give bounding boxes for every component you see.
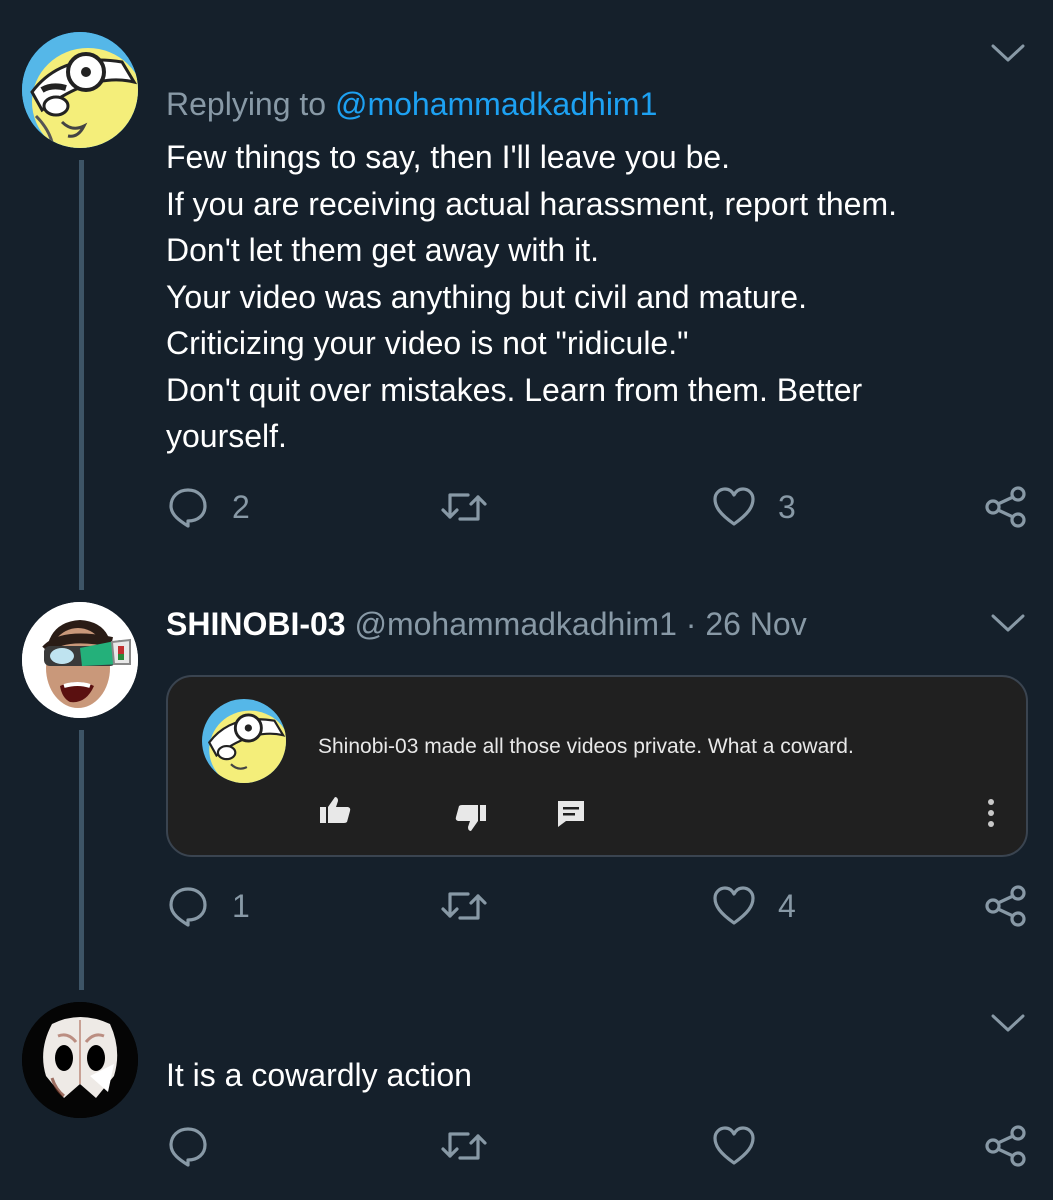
- reply-icon: [169, 1127, 207, 1167]
- tweet-date[interactable]: 26 Nov: [705, 606, 806, 642]
- share-icon: [985, 1125, 1026, 1167]
- replying-to-label: Replying to: [166, 86, 327, 122]
- share-icon: [985, 486, 1026, 528]
- heart-icon: [713, 487, 755, 526]
- tweet-line: Don't let them get away with it.: [166, 232, 599, 268]
- replying-to-line: Replying to @mohammadkadhim1: [166, 84, 657, 124]
- retweet-button[interactable]: [440, 886, 488, 931]
- retweet-icon: [441, 1132, 487, 1160]
- tweet-menu-button[interactable]: [990, 42, 1026, 69]
- chevron-down-icon: [991, 614, 1025, 632]
- comment-text: Shinobi-03 made all those videos private…: [318, 735, 854, 758]
- avatar-mask[interactable]: [22, 1002, 138, 1118]
- reply-button[interactable]: 2: [166, 485, 250, 529]
- tweet-header: SHINOBI-03 @mohammadkadhim1 · 26 Nov: [166, 604, 807, 644]
- share-button[interactable]: [984, 485, 1028, 534]
- share-button[interactable]: [984, 1124, 1028, 1173]
- share-button[interactable]: [984, 884, 1028, 933]
- tweet-menu-button[interactable]: [990, 1012, 1026, 1039]
- replying-to-handle[interactable]: @mohammadkadhim1: [335, 86, 657, 122]
- avatar-cartoon[interactable]: [22, 32, 138, 148]
- like-button[interactable]: [712, 1124, 756, 1173]
- retweet-button[interactable]: [440, 487, 488, 532]
- reply-button[interactable]: 1: [166, 884, 250, 928]
- tweet-body: It is a cowardly action: [166, 1057, 472, 1093]
- chevron-down-icon: [991, 1014, 1025, 1032]
- retweet-icon: [441, 892, 487, 920]
- tweet-line: Criticizing your video is not "ridicule.…: [166, 325, 689, 361]
- tweet-line: Your video was anything but civil and ma…: [166, 278, 807, 315]
- like-button[interactable]: 4: [712, 884, 796, 928]
- cartoon-face-avatar-image: [22, 32, 138, 148]
- reply-icon: [169, 887, 207, 927]
- reply-icon: [169, 488, 207, 528]
- embedded-screenshot[interactable]: Shinobi-03 made all those videos private…: [166, 675, 1028, 857]
- white-mask-avatar-image: [22, 1002, 138, 1118]
- tweet-menu-button[interactable]: [990, 612, 1026, 639]
- like-count: 4: [778, 887, 796, 924]
- avatar-shinobi[interactable]: [22, 602, 138, 718]
- tweet-line: If you are receiving actual harassment, …: [166, 185, 898, 222]
- thumbs-down-icon: [455, 805, 486, 831]
- thread-connector-line: [79, 160, 84, 590]
- tweet-line: Few things to say, then I'll leave you b…: [166, 139, 731, 175]
- tweet-body: Few things to say, then I'll leave you b…: [166, 134, 897, 460]
- like-count: 3: [778, 488, 796, 525]
- like-button[interactable]: 3: [712, 485, 796, 529]
- reply-count: 1: [232, 887, 250, 924]
- display-name[interactable]: SHINOBI-03: [166, 606, 346, 642]
- tweet-line: yourself.: [166, 418, 287, 454]
- comment-icon: [558, 801, 584, 827]
- chevron-down-icon: [991, 44, 1025, 62]
- user-handle[interactable]: @mohammadkadhim1: [354, 606, 676, 642]
- retweet-icon: [441, 493, 487, 521]
- separator-dot: ·: [685, 606, 697, 642]
- heart-icon: [713, 886, 755, 925]
- reply-count: 2: [232, 488, 250, 525]
- more-vertical-icon: [988, 799, 994, 827]
- heart-icon: [713, 1126, 755, 1165]
- thumbs-up-icon: [320, 797, 351, 823]
- cartoon-face-avatar-image: [202, 699, 286, 783]
- thread-connector-line: [79, 730, 84, 990]
- comment-avatar: [202, 699, 286, 783]
- reply-button[interactable]: [166, 1124, 210, 1173]
- man-with-goggles-avatar-image: [22, 602, 138, 718]
- retweet-button[interactable]: [440, 1126, 488, 1171]
- tweet-line: Don't quit over mistakes. Learn from the…: [166, 371, 863, 408]
- share-icon: [985, 885, 1026, 927]
